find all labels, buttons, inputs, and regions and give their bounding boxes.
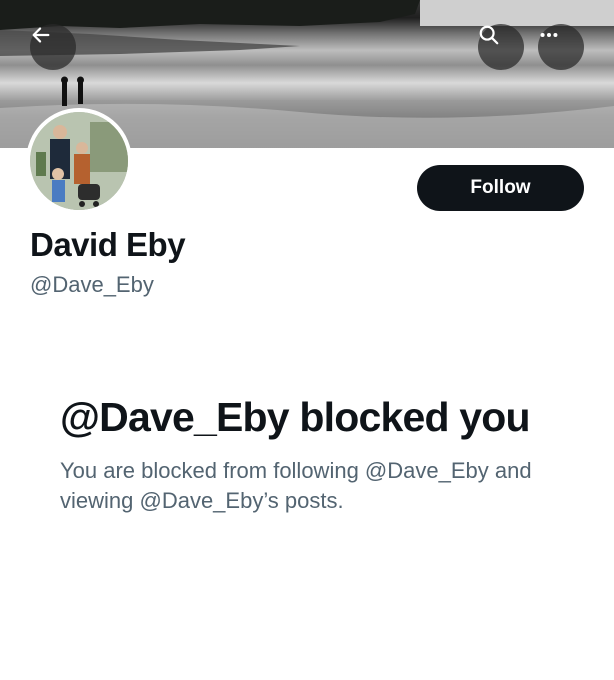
search-icon [479,25,499,45]
avatar[interactable] [26,108,132,214]
more-options-button[interactable] [538,24,584,70]
avatar-image [30,112,128,210]
blocked-description: You are blocked from following @Dave_Eby… [60,458,532,513]
display-name: David Eby [30,226,186,263]
search-button[interactable] [478,24,524,70]
profile-handle: @Dave_Eby [30,272,154,297]
back-button[interactable] [30,24,76,70]
more-horizontal-icon [540,32,558,38]
arrow-left-icon [32,27,50,43]
follow-button[interactable]: Follow [417,165,584,211]
blocked-title: @Dave_Eby blocked you [60,394,531,440]
